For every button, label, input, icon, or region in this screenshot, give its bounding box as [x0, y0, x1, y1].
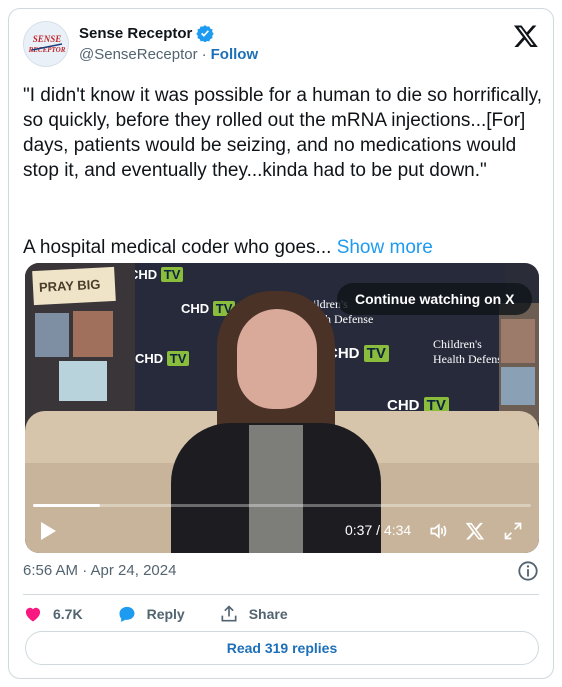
like-button[interactable]: 6.7K — [23, 604, 83, 624]
backdrop-logo: CHD TV — [129, 267, 184, 282]
post-timestamp[interactable]: 6:56 AM · Apr 24, 2024 — [23, 562, 176, 579]
speaker-face — [237, 309, 317, 409]
show-more-link[interactable]: Show more — [337, 237, 433, 258]
read-replies-button[interactable]: Read 319 replies — [25, 631, 539, 665]
x-small-icon[interactable] — [465, 521, 485, 541]
author-handle[interactable]: @SenseReceptor — [79, 46, 198, 63]
wall-photo — [73, 311, 113, 357]
avatar[interactable]: SENSE RECEPTOR — [23, 21, 69, 67]
play-icon[interactable] — [39, 521, 57, 541]
reply-label: Reply — [146, 606, 185, 622]
share-icon — [221, 605, 237, 622]
tweet-text-continued: A hospital medical coder who goes... Sho… — [23, 235, 433, 260]
tweet-header: SENSE RECEPTOR Sense Receptor @SenseRece… — [23, 21, 539, 69]
continue-watching-button[interactable]: Continue watching on X — [337, 283, 533, 315]
author-name[interactable]: Sense Receptor — [79, 25, 192, 42]
wall-photo — [59, 361, 107, 401]
wall-photo — [501, 367, 535, 405]
info-icon[interactable] — [517, 560, 539, 582]
like-count: 6.7K — [53, 606, 83, 622]
verified-badge-icon — [196, 25, 215, 42]
heart-icon — [25, 607, 41, 622]
share-button[interactable]: Share — [219, 604, 288, 624]
share-label: Share — [248, 606, 288, 622]
wall-photo — [35, 313, 69, 357]
follow-button[interactable]: Follow — [211, 46, 259, 63]
divider — [23, 594, 539, 595]
separator-dot: · — [201, 46, 207, 63]
reply-bubble-icon — [119, 606, 135, 622]
svg-text:SENSE: SENSE — [33, 34, 62, 44]
backdrop-logo: CHD TV — [327, 345, 389, 362]
video-time: 0:37 / 4:34 — [345, 522, 412, 538]
volume-icon[interactable] — [427, 521, 449, 541]
reply-button[interactable]: Reply — [117, 604, 185, 624]
tweet-text: "I didn't know it was possible for a hum… — [23, 85, 543, 181]
tweet-second-line: A hospital medical coder who goes... — [23, 237, 332, 258]
video-controls: 0:37 / 4:34 — [25, 515, 539, 547]
video-player[interactable]: CHD TV CHD TV CHD TV CHD TV CHD TV Child… — [25, 263, 539, 553]
backdrop-logo: CHD TV — [135, 351, 190, 366]
tweet-card: SENSE RECEPTOR Sense Receptor @SenseRece… — [8, 8, 554, 679]
x-logo-icon[interactable] — [513, 23, 539, 49]
action-bar: 6.7K Reply Share — [23, 599, 322, 629]
author-name-row: Sense Receptor — [79, 24, 215, 42]
video-progress-fill — [33, 504, 101, 507]
backdrop-org-name: Children's Health Defense — [433, 337, 508, 366]
author-handle-row: @SenseReceptor · Follow — [79, 46, 258, 63]
wall-photo — [501, 319, 535, 363]
pray-big-sign: PRAY BIG — [32, 266, 116, 306]
video-progress-bar[interactable] — [33, 504, 531, 507]
fullscreen-icon[interactable] — [503, 521, 523, 541]
